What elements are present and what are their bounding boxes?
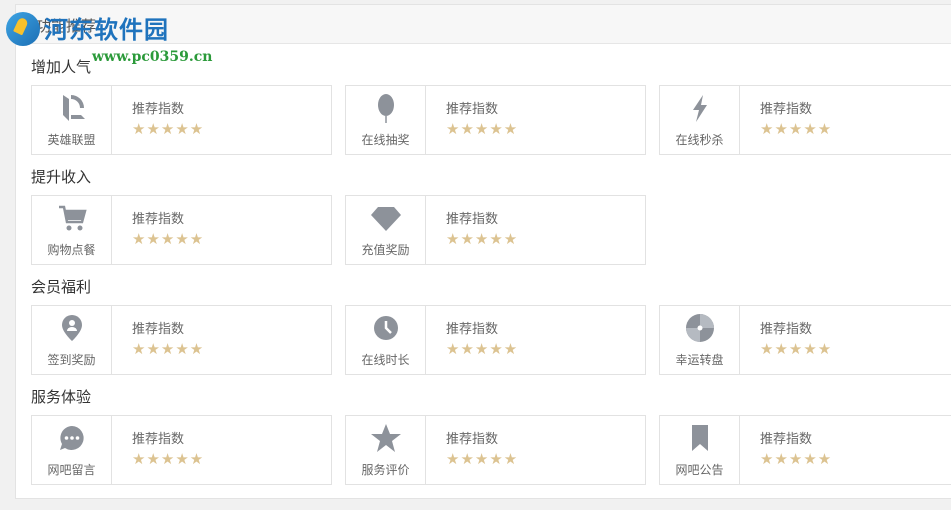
rating-stars: ★★★★★ <box>446 340 519 358</box>
feature-card-recharge[interactable]: 充值奖励 推荐指数 ★★★★★ <box>345 195 646 265</box>
rating-stars: ★★★★★ <box>132 340 205 358</box>
rating-stars: ★★★★★ <box>446 230 519 248</box>
section-title-income: 提升收入 <box>31 168 92 186</box>
watermark-emblem-icon <box>6 12 40 46</box>
rating-stars: ★★★★★ <box>132 230 205 248</box>
recommend-label: 推荐指数 <box>446 322 499 337</box>
rating-stars: ★★★★★ <box>132 450 205 468</box>
chat-bubble-icon <box>60 426 84 450</box>
feature-card-flash-sale[interactable]: 在线秒杀 推荐指数 ★★★★★ <box>659 85 951 155</box>
feature-name: 签到奖励 <box>47 353 96 367</box>
rating-stars: ★★★★★ <box>760 340 833 358</box>
recommend-label: 推荐指数 <box>446 212 499 227</box>
feature-card-review[interactable]: 服务评价 推荐指数 ★★★★★ <box>345 415 646 485</box>
feature-card-shopping[interactable]: 购物点餐 推荐指数 ★★★★★ <box>31 195 332 265</box>
feature-card-lucky-wheel[interactable]: 幸运转盘 推荐指数 ★★★★★ <box>659 305 951 375</box>
rating-stars: ★★★★★ <box>760 450 833 468</box>
wheel-icon <box>686 314 714 342</box>
feature-name: 购物点餐 <box>47 243 96 257</box>
recommend-label: 推荐指数 <box>446 102 499 117</box>
recommend-label: 推荐指数 <box>760 102 813 117</box>
feature-name: 在线秒杀 <box>675 133 724 147</box>
star-icon <box>371 424 401 452</box>
league-icon <box>63 95 85 121</box>
section-title-popularity: 增加人气 <box>31 58 92 76</box>
feature-name: 网吧公告 <box>675 463 724 477</box>
rating-stars: ★★★★★ <box>446 120 519 138</box>
recommend-label: 推荐指数 <box>760 322 813 337</box>
feature-name: 服务评价 <box>361 463 410 477</box>
feature-card-message[interactable]: 网吧留言 推荐指数 ★★★★★ <box>31 415 332 485</box>
cart-icon <box>59 205 87 231</box>
section-title-member: 会员福利 <box>31 278 92 296</box>
balloon-icon <box>378 94 394 123</box>
recommend-label: 推荐指数 <box>446 432 499 447</box>
recommend-label: 推荐指数 <box>132 102 185 117</box>
clock-icon <box>374 316 398 340</box>
feature-name: 英雄联盟 <box>47 133 96 147</box>
rating-stars: ★★★★★ <box>446 450 519 468</box>
feature-card-announcement[interactable]: 网吧公告 推荐指数 ★★★★★ <box>659 415 951 485</box>
recommend-label: 推荐指数 <box>132 212 185 227</box>
feature-name: 充值奖励 <box>361 243 410 257</box>
recommend-label: 推荐指数 <box>760 432 813 447</box>
rating-stars: ★★★★★ <box>132 120 205 138</box>
diamond-icon <box>371 207 401 231</box>
location-pin-icon <box>62 315 82 341</box>
feature-card-lottery[interactable]: 在线抽奖 推荐指数 ★★★★★ <box>345 85 646 155</box>
feature-name: 在线时长 <box>361 353 410 367</box>
feature-name: 幸运转盘 <box>675 353 724 367</box>
watermark-name: 河东软件园 <box>44 16 169 44</box>
lightning-icon <box>693 95 707 122</box>
rating-stars: ★★★★★ <box>760 120 833 138</box>
recommend-label: 推荐指数 <box>132 322 185 337</box>
recommend-label: 推荐指数 <box>132 432 185 447</box>
feature-card-league[interactable]: 英雄联盟 推荐指数 ★★★★★ <box>31 85 332 155</box>
feature-card-online-time[interactable]: 在线时长 推荐指数 ★★★★★ <box>345 305 646 375</box>
bookmark-icon <box>692 425 708 451</box>
section-title-service: 服务体验 <box>31 388 92 406</box>
feature-name: 在线抽奖 <box>361 133 410 147</box>
watermark-url: www.pc0359.cn <box>92 49 213 65</box>
feature-name: 网吧留言 <box>47 463 96 477</box>
feature-card-checkin[interactable]: 签到奖励 推荐指数 ★★★★★ <box>31 305 332 375</box>
